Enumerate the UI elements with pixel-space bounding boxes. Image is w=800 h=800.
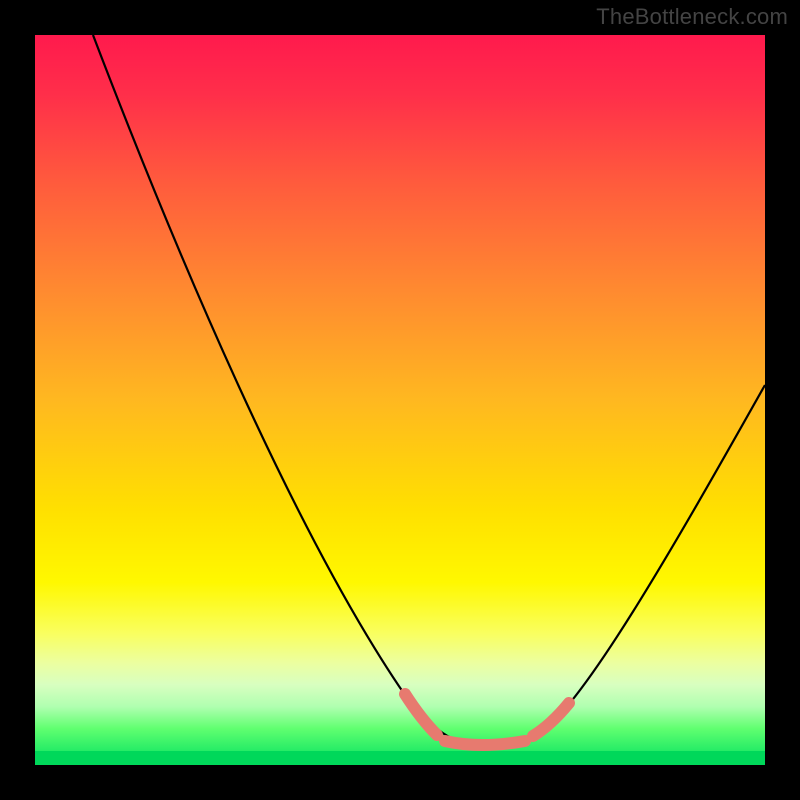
chart-frame: TheBottleneck.com xyxy=(0,0,800,800)
curve-overlay xyxy=(35,35,765,765)
highlight-left xyxy=(405,694,437,735)
highlight-bottom xyxy=(445,741,525,745)
plot-area xyxy=(35,35,765,765)
highlight-right xyxy=(533,703,569,736)
bottleneck-curve xyxy=(93,35,765,745)
watermark-text: TheBottleneck.com xyxy=(596,4,788,30)
